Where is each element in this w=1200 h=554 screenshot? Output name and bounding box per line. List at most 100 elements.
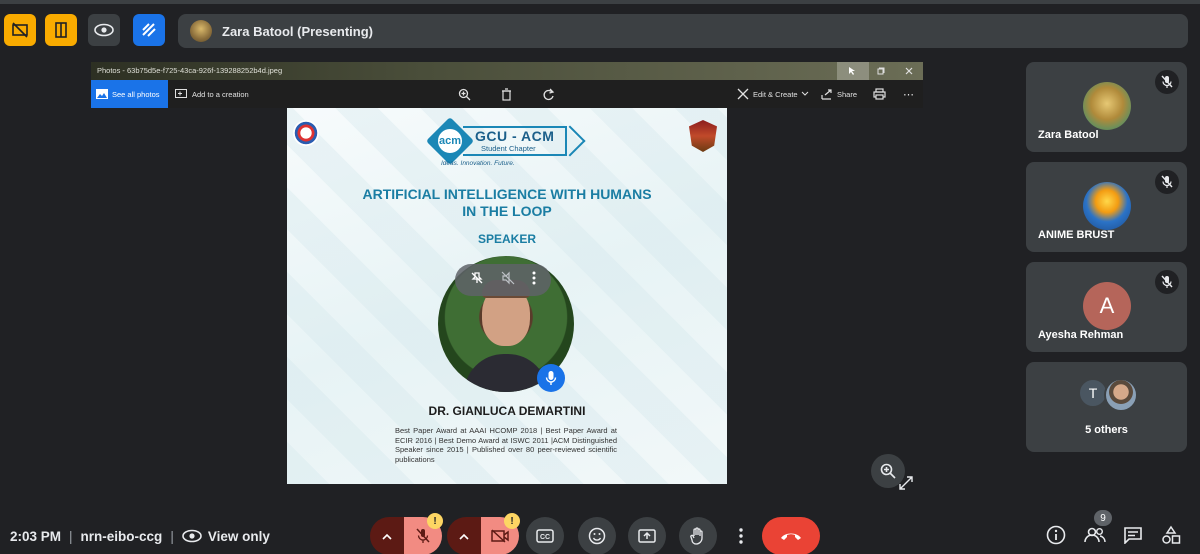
more-vertical-icon — [532, 271, 536, 284]
speaking-indicator — [537, 364, 565, 392]
chevron-up-icon — [459, 533, 469, 540]
see-all-photos-button[interactable]: See all photos — [91, 80, 168, 108]
more-options-button[interactable] — [730, 517, 752, 554]
divider: | — [69, 528, 73, 544]
shapes-icon — [1162, 525, 1181, 544]
camera-off-icon — [491, 529, 509, 543]
hide-self-view-button[interactable] — [4, 14, 36, 46]
mic-off-icon — [1161, 75, 1173, 88]
raise-hand-button[interactable] — [679, 517, 717, 554]
chevron-up-icon — [382, 533, 392, 540]
pin-off-icon — [471, 271, 483, 283]
tile-more-button[interactable] — [532, 271, 536, 290]
mic-off-indicator — [1155, 170, 1179, 194]
photos-toolbar: See all photos Add to a creation Edit & … — [91, 80, 923, 108]
speaker-label: SPEAKER — [477, 232, 536, 246]
present-icon — [638, 529, 656, 543]
leave-call-button[interactable] — [762, 517, 820, 554]
extension-button[interactable] — [133, 14, 165, 46]
mic-off-indicator — [1155, 70, 1179, 94]
present-screen-button[interactable] — [628, 517, 666, 554]
zoom-in-icon — [458, 88, 471, 100]
reactions-button[interactable] — [578, 517, 616, 554]
edit-create-button[interactable]: Edit & Create — [737, 80, 809, 108]
share-label: Share — [837, 89, 858, 99]
end-call-icon — [781, 533, 801, 540]
share-icon — [821, 88, 832, 100]
audio-settings-button[interactable] — [370, 517, 404, 554]
speaker-name: DR. GIANLUCA DEMARTINI — [428, 404, 586, 418]
talk-title-line-1: ARTIFICIAL INTELLIGENCE WITH HUMANS — [362, 186, 652, 202]
people-button[interactable] — [1082, 522, 1108, 548]
photos-titlebar: Photos - 63b75d5e-f725-43ca-926f-1392882… — [91, 62, 923, 80]
trash-icon — [502, 87, 511, 101]
rotate-icon — [543, 88, 555, 100]
participant-tile[interactable]: A Ayesha Rehman — [1026, 262, 1187, 352]
avatar: A — [1083, 282, 1131, 330]
presenter-label: Zara Batool (Presenting) — [222, 23, 373, 39]
close-window-button[interactable] — [893, 62, 925, 80]
captions-button[interactable]: CC — [526, 517, 564, 554]
expand-button[interactable] — [899, 476, 913, 490]
others-tile[interactable]: T 5 others — [1026, 362, 1187, 452]
zoom-photo-button[interactable] — [458, 80, 471, 108]
rotate-photo-button[interactable] — [542, 80, 555, 108]
info-icon — [1046, 525, 1066, 545]
camera-warning-badge: ! — [504, 513, 520, 529]
chat-button[interactable] — [1120, 522, 1146, 548]
camera-off-icon — [12, 22, 28, 38]
view-button[interactable] — [88, 14, 120, 46]
door-button[interactable] — [45, 14, 77, 46]
cursor-icon — [849, 67, 855, 75]
pin-off-button[interactable] — [470, 271, 484, 290]
mic-off-icon — [1161, 275, 1173, 288]
acm-logo: acm GCU - ACM Student Chapter Ideas. Inn… — [425, 116, 586, 168]
more-options-button[interactable]: ⋯ — [903, 80, 914, 108]
participant-name: ANIME BRUST — [1038, 229, 1115, 241]
avatar — [1083, 82, 1131, 130]
acm-subtitle: Student Chapter — [481, 144, 536, 153]
participant-tile[interactable]: ANIME BRUST — [1026, 162, 1187, 252]
activities-button[interactable] — [1158, 522, 1184, 548]
captions-icon: CC — [536, 529, 554, 543]
add-to-creation-button[interactable]: Add to a creation — [175, 80, 249, 108]
video-settings-button[interactable] — [447, 517, 481, 554]
divider: | — [170, 528, 174, 544]
edit-create-label: Edit & Create — [753, 89, 798, 99]
delete-photo-button[interactable] — [501, 80, 512, 108]
acm-tagline: Ideas. Innovation. Future. — [441, 160, 515, 167]
speaker-shirt — [464, 354, 548, 392]
svg-text:CC: CC — [540, 534, 550, 541]
mic-warning-badge: ! — [427, 513, 443, 529]
event-poster: acm GCU - ACM Student Chapter Ideas. Inn… — [287, 108, 727, 484]
acm-title: GCU - ACM — [475, 128, 555, 144]
zoom-in-icon — [880, 463, 896, 479]
acm-mark: acm — [436, 127, 464, 155]
participant-tile[interactable]: Zara Batool — [1026, 62, 1187, 152]
left-crest-logo — [293, 120, 319, 146]
expand-icon — [899, 476, 913, 490]
volume-off-icon — [501, 271, 515, 284]
shared-screen: Photos - 63b75d5e-f725-43ca-926f-1392882… — [91, 62, 923, 490]
others-count-label: 5 others — [1085, 424, 1128, 436]
talk-title-line-2: IN THE LOOP — [462, 203, 552, 219]
eye-icon — [94, 23, 114, 37]
participant-name: Ayesha Rehman — [1038, 329, 1124, 341]
mute-audio-button[interactable] — [501, 271, 515, 290]
mic-off-icon — [416, 528, 430, 543]
presenting-bar[interactable]: Zara Batool (Presenting) — [178, 14, 1188, 48]
ellipsis-icon: ⋯ — [903, 88, 914, 101]
close-icon — [905, 67, 913, 75]
see-all-photos-label: See all photos — [112, 89, 160, 99]
people-icon — [1084, 527, 1106, 543]
avatar — [1083, 182, 1131, 230]
mic-off-icon — [1161, 175, 1173, 188]
print-photo-button[interactable] — [873, 80, 886, 108]
share-photo-button[interactable]: Share — [821, 80, 857, 108]
meeting-details-button[interactable] — [1043, 522, 1069, 548]
hand-icon — [690, 527, 703, 545]
clock-time: 2:03 PM — [10, 528, 62, 544]
top-bar: Zara Batool (Presenting) — [0, 12, 1200, 50]
print-icon — [873, 88, 886, 100]
edit-tools-icon — [737, 88, 749, 100]
